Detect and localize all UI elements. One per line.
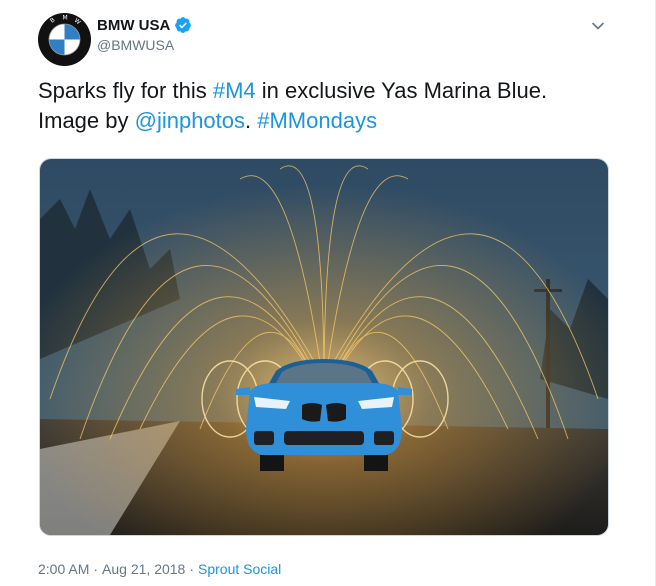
tweet-text: Sparks fly for this #M4 in exclusive Yas…: [38, 76, 628, 136]
author-handle[interactable]: @BMWUSA: [97, 37, 174, 53]
tweet-card: B M W BMW USA @BMWUSA Sparks fly for thi…: [0, 0, 656, 586]
tweet-time[interactable]: 2:00 AM: [38, 561, 89, 577]
avatar[interactable]: B M W: [38, 13, 91, 66]
hashtag-link[interactable]: #MMondays: [257, 108, 377, 133]
hashtag-link[interactable]: #M4: [213, 78, 256, 103]
verified-badge-icon: [175, 17, 192, 33]
source-link[interactable]: Sprout Social: [198, 561, 281, 577]
tweet-photo[interactable]: [39, 158, 609, 536]
tweet-text-part: Sparks fly for this: [38, 78, 213, 103]
separator: ·: [189, 561, 195, 577]
tweet-meta: 2:00 AM · Aug 21, 2018 · Sprout Social: [38, 561, 281, 577]
photo-blue-car-sparks-icon: [40, 159, 608, 535]
mention-link[interactable]: @jinphotos: [135, 108, 245, 133]
author-name-label: BMW USA: [97, 16, 171, 34]
bmw-roundel-logo-icon: B M W: [38, 13, 91, 66]
tweet-text-part: Image by: [38, 108, 135, 133]
svg-text:M: M: [63, 15, 68, 22]
chevron-down-icon[interactable]: [590, 18, 606, 34]
tweet-date[interactable]: Aug 21, 2018: [102, 561, 185, 577]
tweet-text-part: .: [245, 108, 258, 133]
author-name[interactable]: BMW USA: [97, 16, 192, 34]
tweet-text-part: in exclusive Yas Marina Blue.: [255, 78, 548, 103]
separator: ·: [93, 561, 99, 577]
